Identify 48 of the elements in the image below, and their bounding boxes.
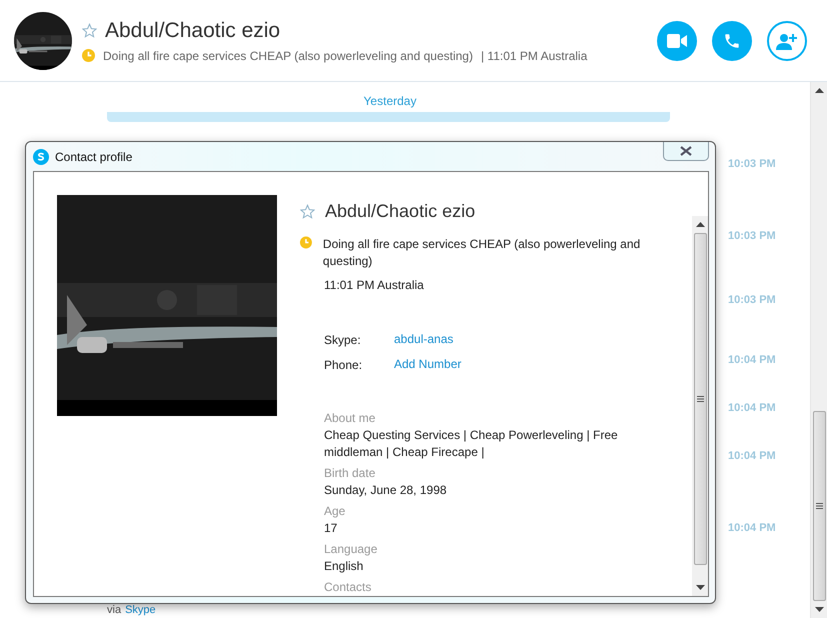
- message-time: 10:04 PM: [728, 402, 776, 414]
- field-value: Sunday, June 28, 1998: [324, 482, 448, 499]
- local-time: | 11:01 PM Australia: [480, 48, 588, 62]
- phone-icon: [723, 32, 741, 50]
- add-person-icon: [776, 32, 798, 50]
- message-time: 10:04 PM: [728, 522, 776, 534]
- field-label: Birth date: [324, 465, 376, 482]
- scroll-down-icon[interactable]: [814, 607, 824, 612]
- mood-message: Doing all fire cape services CHEAP (also powerleveling and questing): [322, 236, 642, 270]
- field-link[interactable]: Add Number: [394, 357, 662, 374]
- field-label: Skype:: [324, 332, 362, 349]
- field-label: Contacts: [324, 579, 372, 596]
- field-link[interactable]: abdul-anas: [394, 332, 662, 349]
- app-logo-icon: [33, 148, 49, 164]
- video-camera-icon: [667, 34, 687, 48]
- favorite-star-icon[interactable]: [300, 204, 315, 219]
- profile-name: Abdul/Chaotic ezio: [325, 201, 476, 222]
- favorite-star-icon[interactable]: [82, 23, 97, 38]
- field-label: About me: [324, 410, 376, 427]
- day-divider: Yesterday: [364, 94, 416, 108]
- contact-name: Abdul/Chaotic ezio: [105, 18, 280, 42]
- scrollbar[interactable]: [692, 216, 708, 596]
- field-label: Age: [324, 503, 346, 520]
- message-time: 10:03 PM: [728, 230, 776, 242]
- mood-message: Doing all fire cape services CHEAP (also powerleveling and questing): [103, 48, 473, 62]
- dialog-title: Contact profile: [55, 150, 134, 164]
- close-icon: [680, 146, 692, 156]
- field-value: Cheap Questing Services | Cheap Powerleveling | Free middleman | Cheap Firecape |: [324, 427, 619, 461]
- message-time: 10:04 PM: [728, 450, 776, 462]
- message-time: 10:03 PM: [728, 158, 776, 170]
- scroll-down-icon[interactable]: [696, 585, 704, 590]
- field-value: 17: [324, 520, 338, 537]
- scroll-up-icon[interactable]: [814, 88, 824, 93]
- message-time: 10:04 PM: [728, 354, 776, 366]
- scrollbar[interactable]: [810, 82, 827, 618]
- clock-icon: [82, 49, 95, 62]
- via-label: via: [107, 604, 122, 617]
- field-label: Language: [324, 541, 378, 558]
- message-time: 10:03 PM: [728, 294, 776, 306]
- field-value: English: [324, 558, 364, 575]
- clock-icon: [300, 236, 312, 249]
- scroll-up-icon[interactable]: [696, 222, 704, 227]
- grip-icon[interactable]: [696, 396, 704, 402]
- grip-icon[interactable]: [816, 503, 822, 509]
- field-label: Phone:: [324, 357, 364, 374]
- via-link[interactable]: Skype: [125, 604, 156, 617]
- close-button[interactable]: [663, 142, 709, 161]
- local-time: 11:01 PM Australia: [323, 277, 425, 294]
